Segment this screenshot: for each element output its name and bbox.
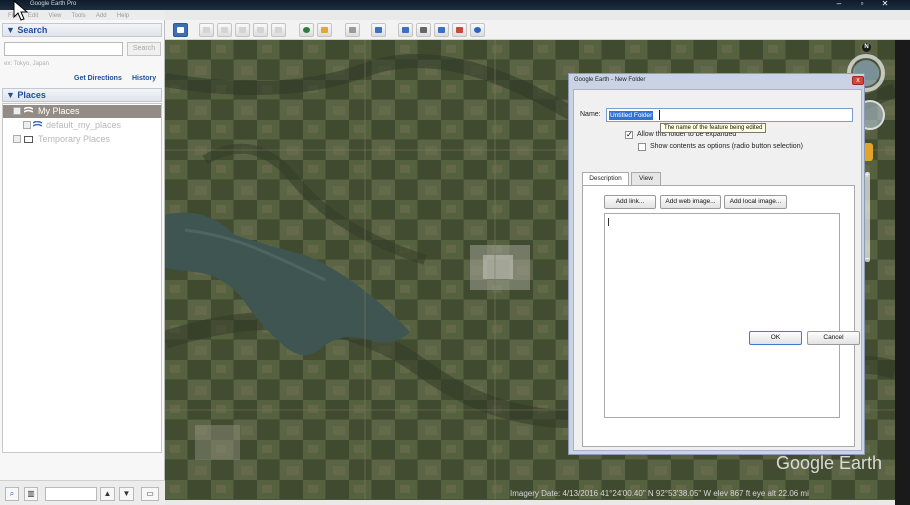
record-tour-icon[interactable] xyxy=(271,23,286,37)
text-cursor xyxy=(659,110,660,120)
status-bar: Imagery Date: 4/13/2016 41°24'00.40" N 9… xyxy=(510,489,809,498)
window-edge xyxy=(895,40,910,505)
show-contents-label: Show contents as options (radio button s… xyxy=(650,143,803,150)
add-local-image-button[interactable]: Add local image... xyxy=(724,195,787,209)
map-view-icon[interactable] xyxy=(452,23,467,37)
panel-toggle-icon[interactable]: ▥ xyxy=(24,487,38,501)
mouse-cursor-icon xyxy=(13,0,29,21)
tree-item-label: default_my_places xyxy=(46,120,122,130)
allow-expand-checkbox[interactable] xyxy=(625,130,633,139)
add-link-button[interactable]: Add link... xyxy=(604,195,656,209)
toolbar xyxy=(165,20,910,40)
tab-view[interactable]: View xyxy=(631,172,661,185)
google-earth-window: Google Earth Pro – ▫ ✕ File Edit View To… xyxy=(0,0,910,505)
name-label: Name: xyxy=(580,111,601,118)
move-up-icon[interactable]: ▲ xyxy=(100,487,115,501)
show-contents-checkbox[interactable] xyxy=(638,143,646,151)
earth-gallery-icon[interactable] xyxy=(470,23,485,37)
sidebar-toggle-icon[interactable] xyxy=(173,23,188,37)
places-icon xyxy=(33,121,42,127)
title-bar: Google Earth Pro – ▫ ✕ xyxy=(0,0,910,10)
close-window-button[interactable]: ✕ xyxy=(874,0,896,9)
move-down-icon[interactable]: ▼ xyxy=(119,487,134,501)
email-icon[interactable] xyxy=(398,23,413,37)
tree-item-temporary-places[interactable]: Temporary Places xyxy=(3,133,161,146)
ruler-icon[interactable] xyxy=(371,23,386,37)
tooltip: The name of the feature being edited xyxy=(660,123,767,133)
get-directions-link[interactable]: Get Directions xyxy=(74,75,122,82)
places-tree: My Places default_my_places Temporary Pl… xyxy=(2,103,162,453)
search-button[interactable]: Search xyxy=(127,42,161,56)
zoom-slider[interactable] xyxy=(865,172,870,262)
name-field[interactable]: Untitled Folder xyxy=(606,108,853,122)
checkbox-icon[interactable] xyxy=(13,135,21,143)
historical-imagery-icon[interactable] xyxy=(299,23,314,37)
dialog-title: Google Earth - New Folder xyxy=(574,77,646,83)
cancel-button[interactable]: Cancel xyxy=(807,331,860,345)
checkbox-icon[interactable] xyxy=(23,121,31,129)
image-overlay-icon[interactable] xyxy=(253,23,268,37)
sidebar: ▼ Search Search ex: Tokyo, Japan Get Dir… xyxy=(0,20,165,505)
places-icon xyxy=(24,107,33,113)
tree-item-my-places[interactable]: My Places xyxy=(3,105,161,118)
checkbox-icon[interactable] xyxy=(13,107,21,115)
search-icon[interactable]: ⌕ xyxy=(5,487,19,501)
window-title: Google Earth Pro xyxy=(30,1,77,7)
places-panel-header[interactable]: ▼ Places xyxy=(2,88,162,102)
polygon-icon[interactable] xyxy=(217,23,232,37)
ok-button[interactable]: OK xyxy=(749,331,802,345)
folder-icon xyxy=(24,136,33,143)
google-earth-logo: Google Earth xyxy=(776,453,883,473)
save-image-icon[interactable] xyxy=(434,23,449,37)
planet-icon[interactable] xyxy=(345,23,360,37)
dialog-body: Name: Untitled Folder The name of the fe… xyxy=(573,89,862,451)
search-input[interactable] xyxy=(4,42,123,56)
history-link[interactable]: History xyxy=(132,75,156,82)
folder-options-icon[interactable]: ▭ xyxy=(141,487,159,501)
tab-description[interactable]: Description xyxy=(582,172,629,186)
description-textarea[interactable] xyxy=(604,213,840,418)
places-filter-input[interactable] xyxy=(45,487,97,501)
text-cursor xyxy=(608,218,609,226)
new-folder-dialog: Google Earth - New Folder x Name: Untitl… xyxy=(568,73,865,455)
tree-item-label: Temporary Places xyxy=(38,134,111,144)
add-web-image-button[interactable]: Add web image... xyxy=(660,195,721,209)
path-icon[interactable] xyxy=(235,23,250,37)
sunlight-icon[interactable] xyxy=(317,23,332,37)
dialog-close-button[interactable]: x xyxy=(852,76,864,85)
search-panel-header[interactable]: ▼ Search xyxy=(2,23,162,37)
tree-item-default-my-places[interactable]: default_my_places xyxy=(3,119,161,132)
places-bottom-bar: ⌕ ▥ ▲ ▼ ▭ xyxy=(0,480,165,505)
name-field-value: Untitled Folder xyxy=(609,111,654,120)
maximize-button[interactable]: ▫ xyxy=(851,0,873,9)
north-indicator[interactable]: N xyxy=(862,43,871,52)
tree-item-label: My Places xyxy=(38,106,80,116)
search-hint: ex: Tokyo, Japan xyxy=(4,61,49,67)
minimize-button[interactable]: – xyxy=(828,0,850,9)
placemark-icon[interactable] xyxy=(199,23,214,37)
description-tab-panel: Add link... Add web image... Add local i… xyxy=(582,185,855,447)
print-icon[interactable] xyxy=(416,23,431,37)
